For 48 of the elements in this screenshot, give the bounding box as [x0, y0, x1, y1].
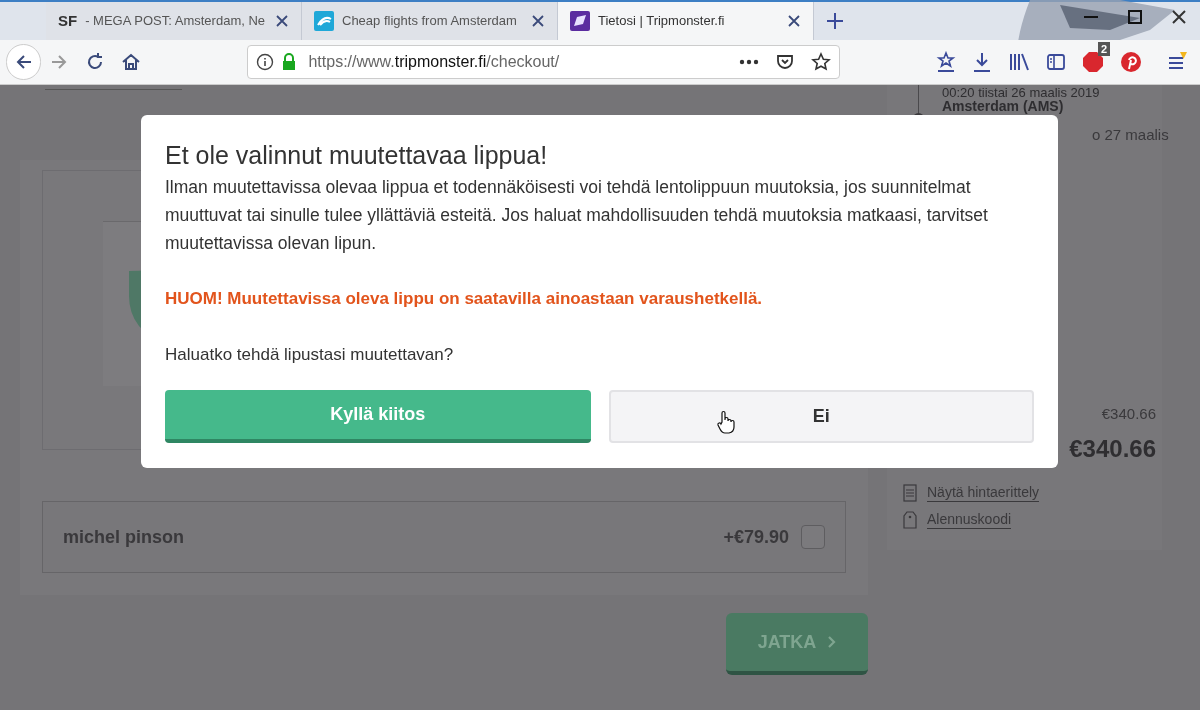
- address-bar[interactable]: https://www.tripmonster.fi/checkout/: [247, 45, 840, 79]
- tab-title: - MEGA POST: Amsterdam, Ne: [85, 12, 267, 31]
- tab-title: Cheap flights from Amsterdam: [342, 12, 518, 31]
- close-icon[interactable]: [531, 14, 545, 28]
- notification-badge: 2: [1097, 42, 1110, 56]
- close-icon[interactable]: [787, 14, 801, 28]
- download-icon[interactable]: [972, 51, 992, 73]
- new-tab-icon[interactable]: [826, 12, 844, 30]
- departure-time: 00:20 tiistai 26 maalis 2019: [942, 86, 1100, 99]
- chevron-icon: [828, 636, 837, 648]
- decline-button[interactable]: Ei: [608, 390, 1034, 443]
- close-icon[interactable]: [1170, 8, 1188, 26]
- wing-logo-icon: [314, 11, 334, 31]
- airport-name: Amsterdam (AMS): [942, 99, 1064, 114]
- maximize-icon[interactable]: [1126, 8, 1144, 26]
- browser-tab[interactable]: Tietosi | Tripmonster.fi: [558, 2, 814, 40]
- pinterest-icon[interactable]: [1120, 51, 1142, 73]
- url-text: https://www.tripmonster.fi/checkout/: [308, 52, 561, 72]
- bookmarks-icon[interactable]: [936, 51, 956, 73]
- dialog-title: Et ole valinnut muutettavaa lippua!: [165, 140, 549, 171]
- browser-tab[interactable]: SF - MEGA POST: Amsterdam, Ne: [46, 2, 302, 40]
- dialog-text: Ilman muutettavissa olevaa lippua et todennäköisesti voi tehdä lentolippuun muutoksia, jos suunnitelmat muuttuvat tai sinulle tulee yllättäviä esteitä. Jos haluat mahdollisuuden tehdä muutoksia matkaasi, tarvitset muutettavissa olevan lipun.: [165, 176, 989, 255]
- passenger-price: +€79.90: [723, 525, 789, 549]
- tag-icon: [903, 510, 917, 529]
- back-button[interactable]: [6, 44, 42, 80]
- lock-icon: [282, 53, 297, 71]
- checkbox[interactable]: [801, 525, 825, 549]
- total-price: €340.66: [1069, 434, 1156, 464]
- info-icon[interactable]: [256, 53, 275, 71]
- subtotal-price: €340.66: [1101, 404, 1156, 424]
- sidebar-icon[interactable]: [1046, 52, 1066, 72]
- warning-text: HUOM! Muutettavissa oleva lippu on saatavilla ainoastaan varaushetkellä.: [165, 288, 764, 310]
- more-icon[interactable]: [739, 59, 759, 65]
- adblock-icon[interactable]: [1082, 51, 1104, 73]
- hand-cursor-icon: [716, 410, 736, 434]
- favicon: SF: [58, 10, 78, 31]
- bookmark-star-icon[interactable]: [811, 52, 831, 72]
- browser-tab[interactable]: Cheap flights from Amsterdam: [302, 2, 558, 40]
- arrival-date: o 27 maalis: [1092, 125, 1169, 145]
- flag-logo-icon: [570, 11, 590, 31]
- question-text: Haluatko tehdä lipustasi muutettavan?: [165, 344, 455, 366]
- document-icon: [903, 483, 917, 502]
- tab-title: Tietosi | Tripmonster.fi: [598, 12, 726, 31]
- home-icon[interactable]: [121, 52, 142, 72]
- close-icon[interactable]: [275, 14, 289, 28]
- library-icon[interactable]: [1008, 52, 1030, 72]
- pocket-icon[interactable]: [775, 52, 795, 72]
- passenger-name: michel pinson: [63, 525, 186, 549]
